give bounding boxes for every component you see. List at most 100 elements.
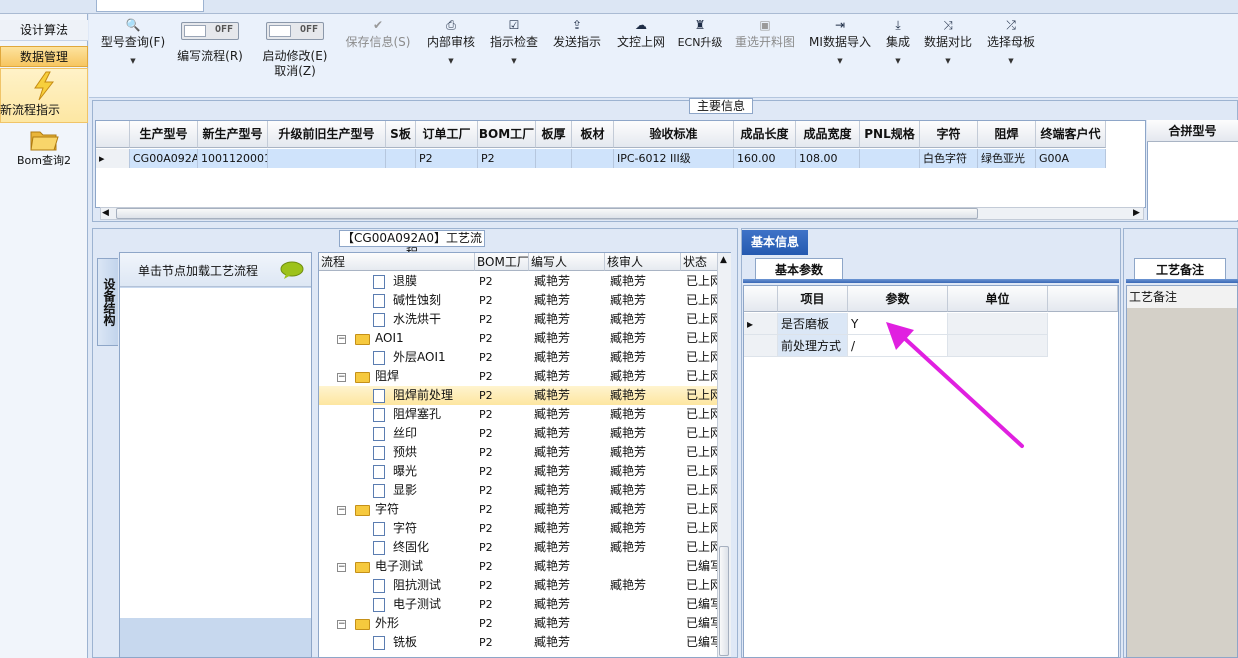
grid-cell[interactable] bbox=[386, 149, 416, 168]
tree-row[interactable]: 阻焊前处理 P2 臧艳芳 臧艳芳 已上网 bbox=[319, 386, 721, 405]
craft-notes-tab[interactable]: 工艺备注 bbox=[1134, 258, 1226, 280]
tree-row[interactable]: − 字符 P2 臧艳芳 臧艳芳 已上网 bbox=[319, 500, 721, 519]
grid-cell[interactable]: 白色字符 bbox=[920, 149, 978, 168]
grid-cell[interactable] bbox=[860, 149, 920, 168]
tree-row[interactable]: 丝印 P2 臧艳芳 臧艳芳 已上网 bbox=[319, 424, 721, 443]
reselect-drawing-button[interactable]: ▣ 重选开料图 bbox=[733, 14, 797, 98]
grid-cell[interactable]: P2 bbox=[478, 149, 536, 168]
tree-row[interactable]: 预烘 P2 臧艳芳 臧艳芳 已上网 bbox=[319, 443, 721, 462]
tree-row[interactable]: 碱性蚀刻 P2 臧艳芳 臧艳芳 已上网 bbox=[319, 291, 721, 310]
basic-params-tab[interactable]: 基本参数 bbox=[755, 258, 843, 280]
collapse-icon[interactable]: − bbox=[337, 373, 346, 382]
grid-cell[interactable]: P2 bbox=[416, 149, 478, 168]
ecn-upgrade-button[interactable]: ♜ ECN升级 bbox=[675, 14, 725, 98]
save-info-button[interactable]: ✔ 保存信息(S) bbox=[343, 14, 413, 98]
grid-cell[interactable]: G00A bbox=[1036, 149, 1106, 168]
column-header[interactable]: PNL规格 bbox=[860, 121, 920, 148]
grid-cell[interactable]: 160.00 bbox=[734, 149, 796, 168]
column-header[interactable]: 新生产型号 bbox=[198, 121, 268, 148]
mi-import-button[interactable]: ⇥ MI数据导入 ▼ bbox=[805, 14, 875, 98]
model-query-button[interactable]: 🔍 型号查询(F) ▼ bbox=[97, 14, 169, 98]
horizontal-scroll-thumb[interactable] bbox=[116, 208, 978, 219]
tree-row[interactable]: 水洗烘干 P2 臧艳芳 臧艳芳 已上网 bbox=[319, 310, 721, 329]
tree-row[interactable]: 铣板 P2 臧艳芳 已编写 bbox=[319, 633, 721, 652]
column-header[interactable]: 验收标准 bbox=[614, 121, 734, 148]
equipment-structure-tab[interactable]: 设备结构 bbox=[97, 258, 118, 346]
column-header-item[interactable]: 项目 bbox=[778, 286, 848, 312]
scroll-up-icon[interactable]: ▲ bbox=[720, 255, 727, 265]
tree-row[interactable]: 终固化 P2 臧艳芳 臧艳芳 已上网 bbox=[319, 538, 721, 557]
data-compare-button[interactable]: ⤨ 数据对比 ▼ bbox=[921, 14, 975, 98]
cancel-modify-label[interactable]: 取消(Z) bbox=[257, 64, 333, 79]
column-header[interactable]: 升级前旧生产型号 bbox=[268, 121, 386, 148]
tree-row[interactable]: 显影 P2 臧艳芳 臧艳芳 已上网 bbox=[319, 481, 721, 500]
column-header[interactable]: 成品宽度 bbox=[796, 121, 860, 148]
tree-column-header[interactable]: 状态 bbox=[681, 253, 721, 271]
param-cell-item[interactable]: 前处理方式 bbox=[778, 335, 848, 357]
column-header[interactable]: 终端客户代 bbox=[1036, 121, 1106, 148]
tree-row[interactable]: − 外形 P2 臧艳芳 已编写 bbox=[319, 614, 721, 633]
tree-row[interactable]: 外层AOI1 P2 臧艳芳 臧艳芳 已上网 bbox=[319, 348, 721, 367]
nav-bom-query[interactable]: Bom查询2 bbox=[0, 126, 88, 176]
document-tab[interactable] bbox=[96, 0, 204, 12]
start-modify-toggle[interactable]: OFF 启动修改(E) 取消(Z) bbox=[257, 14, 333, 98]
tree-row[interactable]: 阻焊塞孔 P2 臧艳芳 臧艳芳 已上网 bbox=[319, 405, 721, 424]
tree-row[interactable]: 退膜 P2 臧艳芳 臧艳芳 已上网 bbox=[319, 272, 721, 291]
doc-online-button[interactable]: ☁ 文控上网 bbox=[613, 14, 669, 98]
tree-row[interactable]: − AOI1 P2 臧艳芳 臧艳芳 已上网 bbox=[319, 329, 721, 348]
tree-column-header[interactable]: 核审人 bbox=[605, 253, 681, 271]
internal-review-button[interactable]: ⎙ 内部审核 ▼ bbox=[423, 14, 479, 98]
grid-cell[interactable]: CG00A092A0 bbox=[130, 149, 198, 168]
basic-info-tab[interactable]: 基本信息 bbox=[742, 230, 808, 255]
tree-row[interactable]: − 电子测试 P2 臧艳芳 已编写 bbox=[319, 557, 721, 576]
write-flow-toggle[interactable]: OFF 编写流程(R) bbox=[173, 14, 247, 98]
grid-cell[interactable] bbox=[572, 149, 614, 168]
scroll-right-icon[interactable]: ▶ bbox=[1133, 208, 1140, 218]
tree-column-header[interactable]: 流程 bbox=[319, 253, 475, 271]
grid-cell[interactable]: IPC-6012 III级 bbox=[614, 149, 734, 168]
grid-cell[interactable]: 10011200014494 bbox=[198, 149, 268, 168]
tree-row[interactable]: 曝光 P2 臧艳芳 臧艳芳 已上网 bbox=[319, 462, 721, 481]
grid-cell[interactable]: 108.00 bbox=[796, 149, 860, 168]
nav-data-management[interactable]: 数据管理 bbox=[0, 46, 88, 67]
collapse-icon[interactable]: − bbox=[337, 506, 346, 515]
column-header[interactable]: BOM工厂 bbox=[478, 121, 536, 148]
send-indicator-button[interactable]: ⇪ 发送指示 bbox=[549, 14, 605, 98]
tree-column-header[interactable]: 编写人 bbox=[529, 253, 605, 271]
column-header[interactable]: 订单工厂 bbox=[416, 121, 478, 148]
tree-row[interactable]: 字符 P2 臧艳芳 臧艳芳 已上网 bbox=[319, 519, 721, 538]
grid-cell[interactable] bbox=[536, 149, 572, 168]
scroll-left-icon[interactable]: ◀ bbox=[102, 208, 109, 218]
column-header[interactable]: 字符 bbox=[920, 121, 978, 148]
collapse-icon[interactable]: − bbox=[337, 335, 346, 344]
grid-cell[interactable] bbox=[268, 149, 386, 168]
column-header[interactable]: 成品长度 bbox=[734, 121, 796, 148]
integrate-button[interactable]: ⤓ 集成 ▼ bbox=[879, 14, 917, 98]
vertical-scroll-thumb[interactable] bbox=[719, 546, 729, 656]
nav-new-flow-indicator[interactable]: 新流程指示 bbox=[0, 68, 88, 123]
column-header[interactable]: 阻焊 bbox=[978, 121, 1036, 148]
column-header[interactable]: 板厚 bbox=[536, 121, 572, 148]
tree-row[interactable]: − 阻焊 P2 臧艳芳 臧艳芳 已上网 bbox=[319, 367, 721, 386]
write-flow-switch[interactable]: OFF bbox=[181, 22, 239, 40]
tree-column-header[interactable]: BOM工厂 bbox=[475, 253, 529, 271]
nav-design-algorithm[interactable]: 设计算法 bbox=[0, 20, 88, 41]
start-modify-switch[interactable]: OFF bbox=[266, 22, 324, 40]
collapse-icon[interactable]: − bbox=[337, 620, 346, 629]
column-header[interactable]: 板材 bbox=[572, 121, 614, 148]
column-header[interactable]: 生产型号 bbox=[130, 121, 198, 148]
grid-cell[interactable]: 绿色亚光 bbox=[978, 149, 1036, 168]
tree-row[interactable]: 阻抗测试 P2 臧艳芳 臧艳芳 已上网 bbox=[319, 576, 721, 595]
craft-notes-body[interactable] bbox=[1126, 285, 1238, 658]
column-header-unit[interactable]: 单位 bbox=[948, 286, 1048, 312]
process-flow-tree[interactable]: 流程 BOM工厂 编写人 核审人 状态 退膜 P2 臧艳芳 臧艳芳 已上网 碱性蚀刻 P2 臧艳芳 臧艳… bbox=[318, 252, 731, 658]
equipment-tree[interactable] bbox=[120, 288, 311, 618]
indicator-check-button[interactable]: ☑ 指示检查 ▼ bbox=[487, 14, 541, 98]
main-info-grid[interactable]: 生产型号 新生产型号 升级前旧生产型号 S板 订单工厂 BOM工厂 板厚 板材 验收标准 成品长度… bbox=[95, 120, 1146, 208]
collapse-icon[interactable]: − bbox=[337, 563, 346, 572]
tree-row[interactable]: 电子测试 P2 臧艳芳 已编写 bbox=[319, 595, 721, 614]
column-header-param[interactable]: 参数 bbox=[848, 286, 948, 312]
column-header[interactable]: S板 bbox=[386, 121, 416, 148]
select-mother-board-button[interactable]: ⤮ 选择母板 ▼ bbox=[983, 14, 1039, 98]
param-cell-item[interactable]: 是否磨板 bbox=[778, 313, 848, 335]
